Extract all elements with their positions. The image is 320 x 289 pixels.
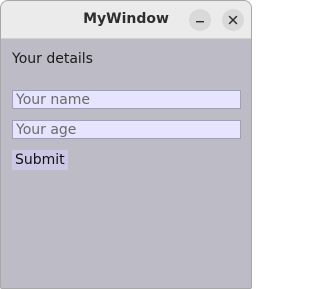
title-bar[interactable]: MyWindow: [1, 1, 251, 39]
form-area: Your details Submit: [1, 39, 251, 288]
close-button[interactable]: [222, 9, 244, 31]
minimize-button[interactable]: [189, 9, 211, 31]
close-icon: [228, 15, 238, 25]
minimize-icon: [196, 21, 204, 23]
age-input[interactable]: [12, 120, 241, 139]
window-title: MyWindow: [83, 11, 169, 27]
app-window: MyWindow Your details Submit: [0, 0, 252, 289]
name-input[interactable]: [12, 90, 241, 109]
form-heading: Your details: [12, 51, 93, 67]
submit-button[interactable]: Submit: [12, 150, 68, 170]
